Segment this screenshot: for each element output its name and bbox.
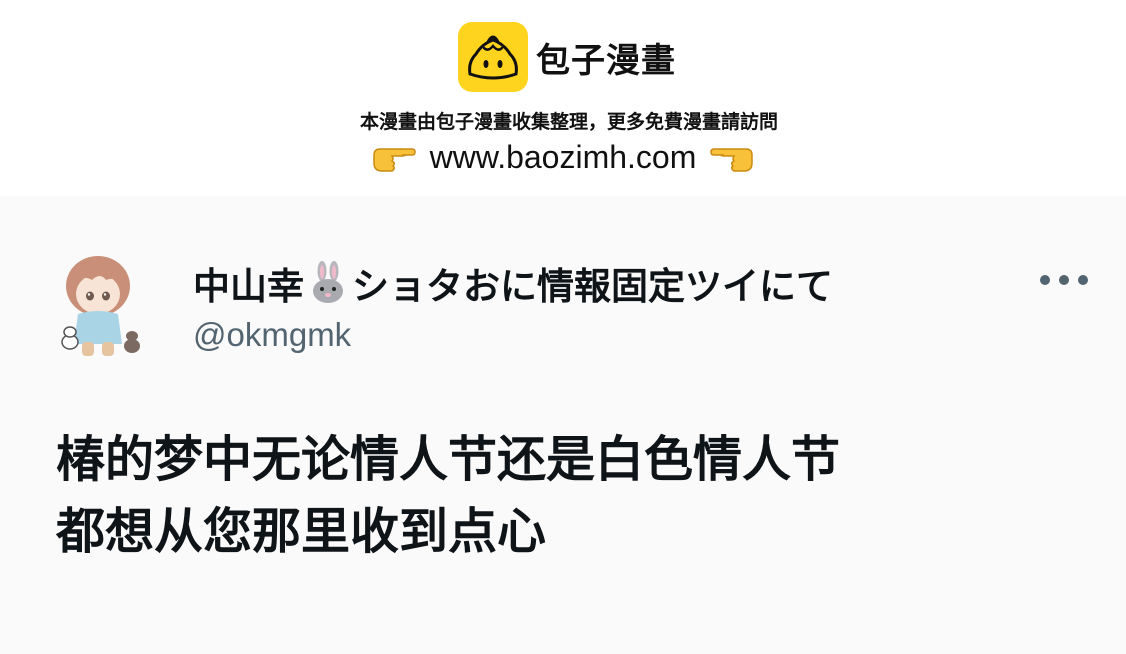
user-handle[interactable]: @okmgmk: [193, 316, 351, 354]
display-name-part1: 中山幸: [193, 265, 304, 308]
more-dot: [1059, 275, 1069, 285]
banner-notice: 本漫畫由包子漫畫收集整理，更多免費漫畫請訪問: [359, 111, 778, 133]
tweet-card: 中山幸 ショタおに情報固定ツイにて @okmgmk 椿的梦中无论情人节还是白色情…: [0, 196, 1126, 654]
tweet-line: 椿的梦中无论情人节还是白色情人节: [56, 431, 841, 488]
avatar[interactable]: [56, 246, 148, 364]
watermark-banner: 包子漫畫 本漫畫由包子漫畫收集整理，更多免費漫畫請訪問 www.baozimh.…: [0, 0, 1126, 196]
pointing-hand-left-icon: [710, 137, 756, 177]
baozi-logo-icon: [458, 22, 528, 92]
tweet-text: 椿的梦中无论情人节还是白色情人节 都想从您那里收到点心: [56, 424, 1076, 568]
rabbit-emoji-icon: [306, 261, 350, 305]
url-row: www.baozimh.com: [0, 137, 1126, 177]
pointing-hand-right-icon: [370, 137, 416, 177]
display-name[interactable]: 中山幸 ショタおに情報固定ツイにて: [193, 256, 833, 310]
more-dot: [1078, 275, 1088, 285]
tweet-line: 都想从您那里收到点心: [56, 503, 547, 560]
more-options-icon[interactable]: [1040, 266, 1088, 294]
brand[interactable]: 包子漫畫: [458, 22, 676, 92]
site-url-link[interactable]: www.baozimh.com: [430, 139, 697, 176]
more-dot: [1040, 275, 1050, 285]
display-name-part2: ショタおに情報固定ツイにて: [352, 265, 833, 308]
brand-name: 包子漫畫: [536, 40, 676, 81]
